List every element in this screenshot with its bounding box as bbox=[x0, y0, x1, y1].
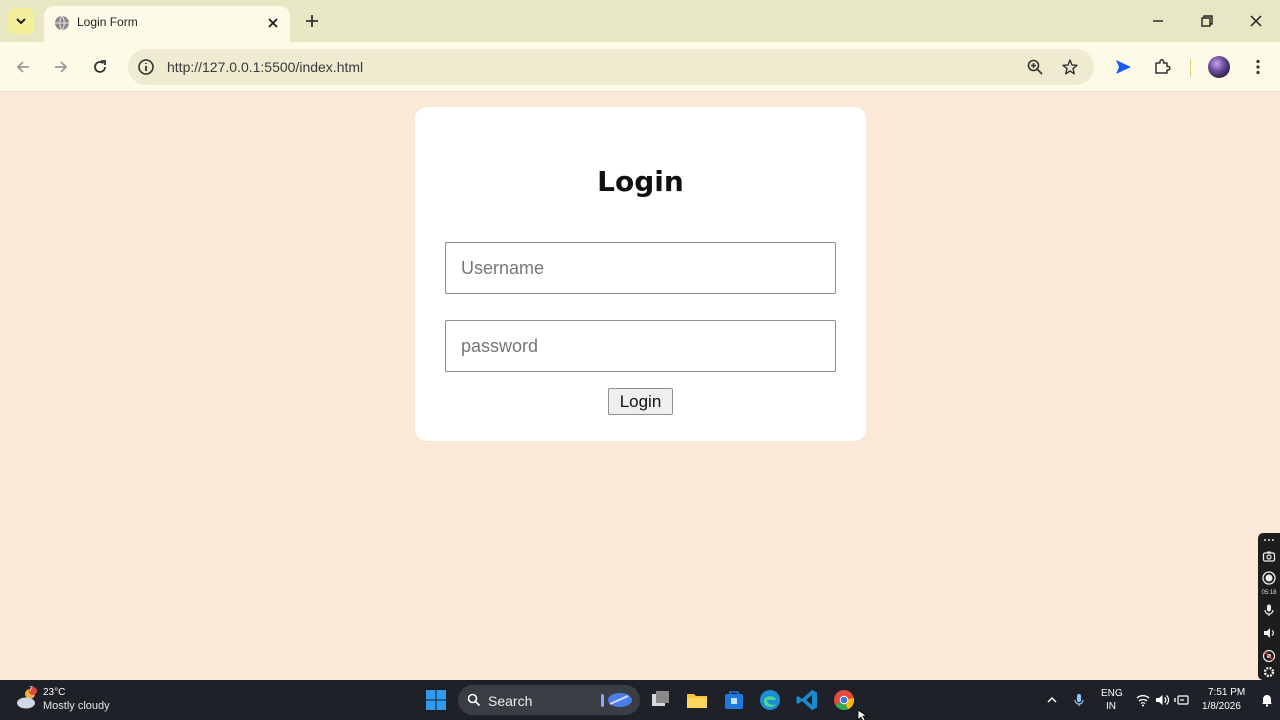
camera-icon[interactable] bbox=[1262, 549, 1276, 563]
toolbar-divider bbox=[1190, 59, 1191, 77]
zoom-icon[interactable] bbox=[1026, 58, 1044, 76]
recorder-menu-icon[interactable] bbox=[1262, 536, 1276, 544]
back-icon[interactable] bbox=[13, 57, 33, 77]
task-view-icon[interactable] bbox=[649, 688, 673, 712]
search-highlight-icon bbox=[601, 693, 632, 707]
windows-taskbar: 7 23°C Mostly cloudy Search ENG IN 7:51 … bbox=[0, 680, 1280, 720]
recorder-settings-icon[interactable] bbox=[1262, 665, 1276, 679]
speaker-icon[interactable] bbox=[1262, 626, 1276, 640]
site-info-icon[interactable] bbox=[137, 58, 155, 76]
login-heading: Login bbox=[597, 165, 684, 198]
tab-title: Login Form bbox=[77, 15, 138, 29]
bookmark-star-icon[interactable] bbox=[1061, 58, 1079, 76]
forward-icon[interactable] bbox=[51, 57, 71, 77]
edge-browser-icon[interactable] bbox=[758, 688, 782, 712]
globe-icon bbox=[55, 15, 69, 31]
screen-recorder-panel: 05:18 bbox=[1258, 533, 1280, 680]
close-tab-icon[interactable] bbox=[266, 16, 280, 30]
recording-time: 05:18 bbox=[1261, 590, 1277, 596]
address-bar[interactable]: http://127.0.0.1:5500/index.html bbox=[128, 49, 1094, 85]
profile-avatar[interactable] bbox=[1208, 56, 1230, 78]
clock-time[interactable]: 7:51 PM bbox=[1208, 687, 1245, 698]
microphone-tray-icon[interactable] bbox=[1071, 692, 1087, 708]
wifi-icon[interactable] bbox=[1135, 692, 1151, 708]
taskbar-search[interactable]: Search bbox=[458, 685, 640, 715]
file-explorer-icon[interactable] bbox=[685, 688, 709, 712]
reload-icon[interactable] bbox=[90, 57, 110, 77]
search-icon bbox=[467, 693, 481, 707]
url-text[interactable]: http://127.0.0.1:5500/index.html bbox=[167, 59, 363, 75]
weather-temperature[interactable]: 23°C bbox=[43, 687, 65, 698]
weather-description[interactable]: Mostly cloudy bbox=[43, 700, 110, 712]
microphone-icon[interactable] bbox=[1262, 603, 1276, 617]
restore-icon[interactable] bbox=[1198, 12, 1216, 30]
volume-icon[interactable] bbox=[1154, 692, 1170, 708]
password-field[interactable] bbox=[445, 320, 836, 372]
vscode-icon[interactable] bbox=[795, 688, 819, 712]
extension-arrow-icon[interactable] bbox=[1113, 57, 1133, 77]
kebab-menu-icon[interactable] bbox=[1248, 57, 1268, 77]
close-window-icon[interactable] bbox=[1247, 12, 1265, 30]
weather-cloudy-icon[interactable] bbox=[14, 686, 40, 712]
notification-bell-icon[interactable] bbox=[1260, 693, 1274, 707]
active-tab[interactable]: Login Form bbox=[44, 6, 290, 42]
store-icon[interactable] bbox=[722, 688, 746, 712]
browser-toolbar: http://127.0.0.1:5500/index.html bbox=[0, 42, 1280, 92]
input-region[interactable]: IN bbox=[1106, 701, 1116, 712]
weather-alert-badge: 7 bbox=[29, 686, 33, 693]
login-button[interactable]: Login bbox=[608, 388, 673, 415]
search-label: Search bbox=[488, 693, 533, 709]
new-tab-icon[interactable] bbox=[302, 11, 322, 31]
chevron-up-icon[interactable] bbox=[1044, 692, 1060, 708]
record-stop-icon[interactable] bbox=[1262, 571, 1276, 585]
login-card: Login Login bbox=[415, 107, 866, 441]
mouse-cursor-icon bbox=[857, 709, 869, 720]
battery-icon[interactable] bbox=[1174, 692, 1190, 708]
extensions-puzzle-icon[interactable] bbox=[1152, 57, 1172, 77]
webcam-off-icon[interactable] bbox=[1262, 649, 1276, 663]
input-language[interactable]: ENG bbox=[1101, 688, 1123, 699]
chrome-icon[interactable] bbox=[832, 688, 856, 712]
clock-date[interactable]: 1/8/2026 bbox=[1202, 701, 1241, 712]
tab-search-button[interactable] bbox=[8, 8, 34, 34]
windows-start-icon[interactable] bbox=[424, 688, 448, 712]
username-field[interactable] bbox=[445, 242, 836, 294]
chevron-down-icon bbox=[16, 18, 26, 25]
browser-tab-strip: Login Form bbox=[0, 0, 1280, 42]
minimize-icon[interactable] bbox=[1149, 12, 1167, 30]
